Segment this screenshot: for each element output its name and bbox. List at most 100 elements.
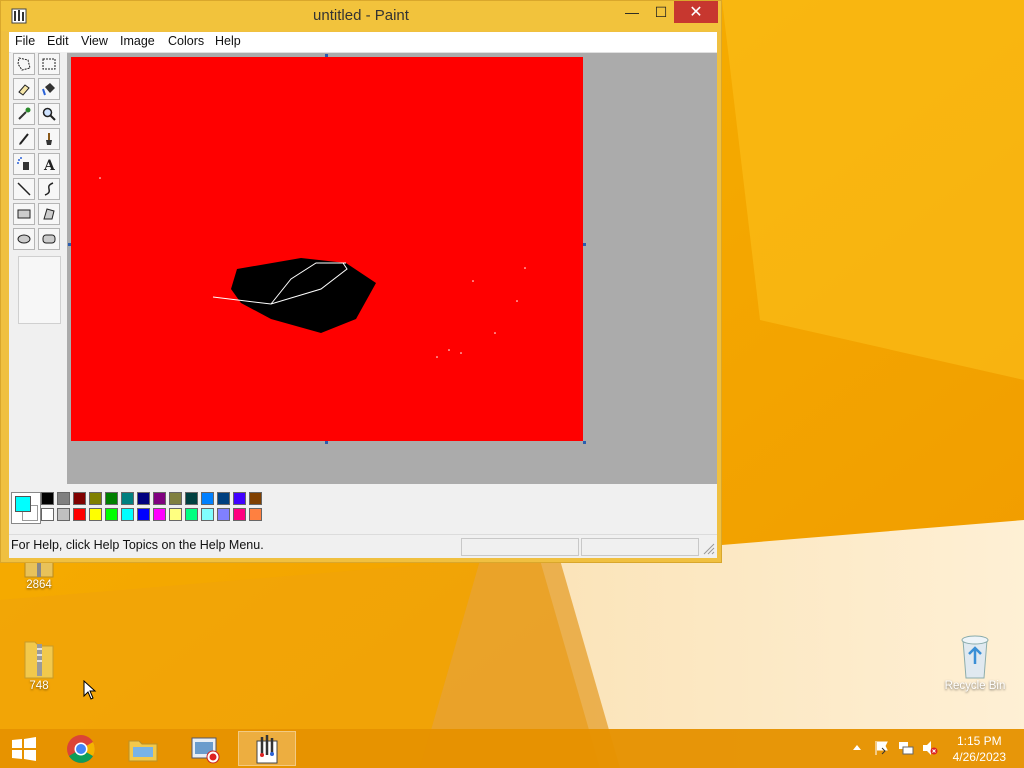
palette-swatch[interactable] (233, 508, 246, 521)
resize-grip-icon[interactable] (703, 543, 715, 555)
chrome-icon (67, 734, 95, 763)
menu-image[interactable]: Image (120, 34, 155, 48)
menu-help[interactable]: Help (215, 34, 241, 48)
clock-date: 4/26/2023 (952, 750, 1006, 764)
tool-ellipse[interactable] (13, 228, 35, 250)
tool-polygon[interactable] (38, 203, 60, 225)
minimize-button[interactable]: — (617, 1, 647, 23)
action-center-flag-icon[interactable] (874, 740, 890, 756)
palette-swatch[interactable] (249, 492, 262, 505)
network-icon[interactable] (898, 740, 914, 756)
palette-swatch[interactable] (41, 492, 54, 505)
palette-swatch[interactable] (73, 492, 86, 505)
palette-swatch[interactable] (121, 492, 134, 505)
palette-swatch[interactable] (153, 492, 166, 505)
tool-select[interactable] (38, 53, 60, 75)
start-icon (12, 736, 36, 761)
tool-airbrush[interactable] (13, 153, 35, 175)
zip-folder-icon (24, 641, 54, 679)
show-hidden-icons-icon[interactable] (852, 743, 862, 751)
taskbar-chrome[interactable] (52, 731, 110, 766)
polygon-icon (43, 208, 55, 220)
canvas-scroll-area (67, 53, 717, 484)
tool-pick-color[interactable] (13, 103, 35, 125)
tool-brush[interactable] (38, 128, 60, 150)
palette-swatch[interactable] (217, 508, 230, 521)
resize-handle-bottom[interactable] (325, 441, 328, 444)
recorder-icon (191, 737, 220, 763)
tool-rounded-rectangle[interactable] (38, 228, 60, 250)
canvas-drawing (99, 177, 526, 358)
select-icon (42, 58, 56, 70)
palette-swatch[interactable] (41, 508, 54, 521)
palette-swatch[interactable] (169, 508, 182, 521)
palette-swatch[interactable] (169, 492, 182, 505)
palette-swatch[interactable] (201, 492, 214, 505)
recycle-bin-icon (961, 635, 989, 679)
palette-swatch[interactable] (201, 508, 214, 521)
color-palette (9, 484, 717, 534)
tool-text[interactable]: A (38, 153, 60, 175)
title-bar[interactable]: untitled - Paint — ☐ ✕ (1, 1, 721, 31)
tool-curve[interactable] (38, 178, 60, 200)
paint-icon (256, 734, 278, 763)
palette-swatch[interactable] (105, 508, 118, 521)
tool-eraser[interactable] (13, 78, 35, 100)
resize-handle-corner[interactable] (583, 441, 586, 444)
pencil-icon (19, 133, 29, 145)
rectangle-icon (17, 209, 31, 219)
palette-swatch[interactable] (89, 508, 102, 521)
resize-handle-right[interactable] (583, 243, 586, 246)
ellipse-icon (17, 234, 31, 244)
tool-line[interactable] (13, 178, 35, 200)
paint-client-area: File Edit View Image Colors Help A For H… (9, 32, 717, 558)
tool-options-box[interactable] (18, 256, 61, 324)
paint-window: untitled - Paint — ☐ ✕ File Edit View Im… (0, 0, 722, 563)
desktop-icon-748[interactable]: 748 (9, 636, 69, 692)
menu-edit[interactable]: Edit (47, 34, 69, 48)
palette-swatch[interactable] (121, 508, 134, 521)
taskbar-file-explorer[interactable] (114, 731, 172, 766)
tool-pencil[interactable] (13, 128, 35, 150)
close-button[interactable]: ✕ (674, 1, 718, 23)
palette-swatch[interactable] (57, 508, 70, 521)
toolbox: A (11, 52, 67, 484)
start-button[interactable] (0, 731, 48, 766)
palette-swatch[interactable] (233, 492, 246, 505)
palette-swatch[interactable] (185, 492, 198, 505)
clock[interactable]: 1:15 PM 4/26/2023 (953, 733, 1006, 765)
taskbar: 1:15 PM 4/26/2023 (0, 729, 1024, 768)
palette-swatch[interactable] (89, 492, 102, 505)
palette-swatch[interactable] (105, 492, 118, 505)
menu-colors[interactable]: Colors (168, 34, 204, 48)
foreground-color-swatch (15, 496, 31, 512)
tool-fill[interactable] (38, 78, 60, 100)
palette-swatch[interactable] (137, 508, 150, 521)
menu-view[interactable]: View (81, 34, 108, 48)
curve-icon (44, 182, 54, 196)
volume-muted-icon[interactable] (922, 740, 938, 756)
palette-swatch[interactable] (185, 508, 198, 521)
current-colors-box (11, 492, 41, 524)
drawing-canvas[interactable] (71, 57, 583, 441)
tool-magnifier[interactable] (38, 103, 60, 125)
taskbar-paint[interactable] (238, 731, 296, 766)
svg-text:A: A (43, 158, 56, 172)
tool-rectangle[interactable] (13, 203, 35, 225)
resize-handle-top (325, 54, 328, 57)
palette-swatch[interactable] (73, 508, 86, 521)
tool-free-form-select[interactable] (13, 53, 35, 75)
desktop-icon-label: 2864 (26, 579, 52, 591)
status-bar: For Help, click Help Topics on the Help … (9, 534, 717, 557)
palette-swatch[interactable] (153, 508, 166, 521)
taskbar-recorder[interactable] (176, 731, 234, 766)
maximize-button[interactable]: ☐ (646, 1, 676, 23)
palette-swatch[interactable] (137, 492, 150, 505)
palette-swatch[interactable] (57, 492, 70, 505)
menu-file[interactable]: File (15, 34, 35, 48)
desktop-icon-label: Recycle Bin (944, 680, 1006, 692)
palette-swatch[interactable] (217, 492, 230, 505)
desktop-icon-recycle-bin[interactable]: Recycle Bin (942, 632, 1008, 692)
palette-swatch[interactable] (249, 508, 262, 521)
magnifier-icon (42, 107, 56, 121)
